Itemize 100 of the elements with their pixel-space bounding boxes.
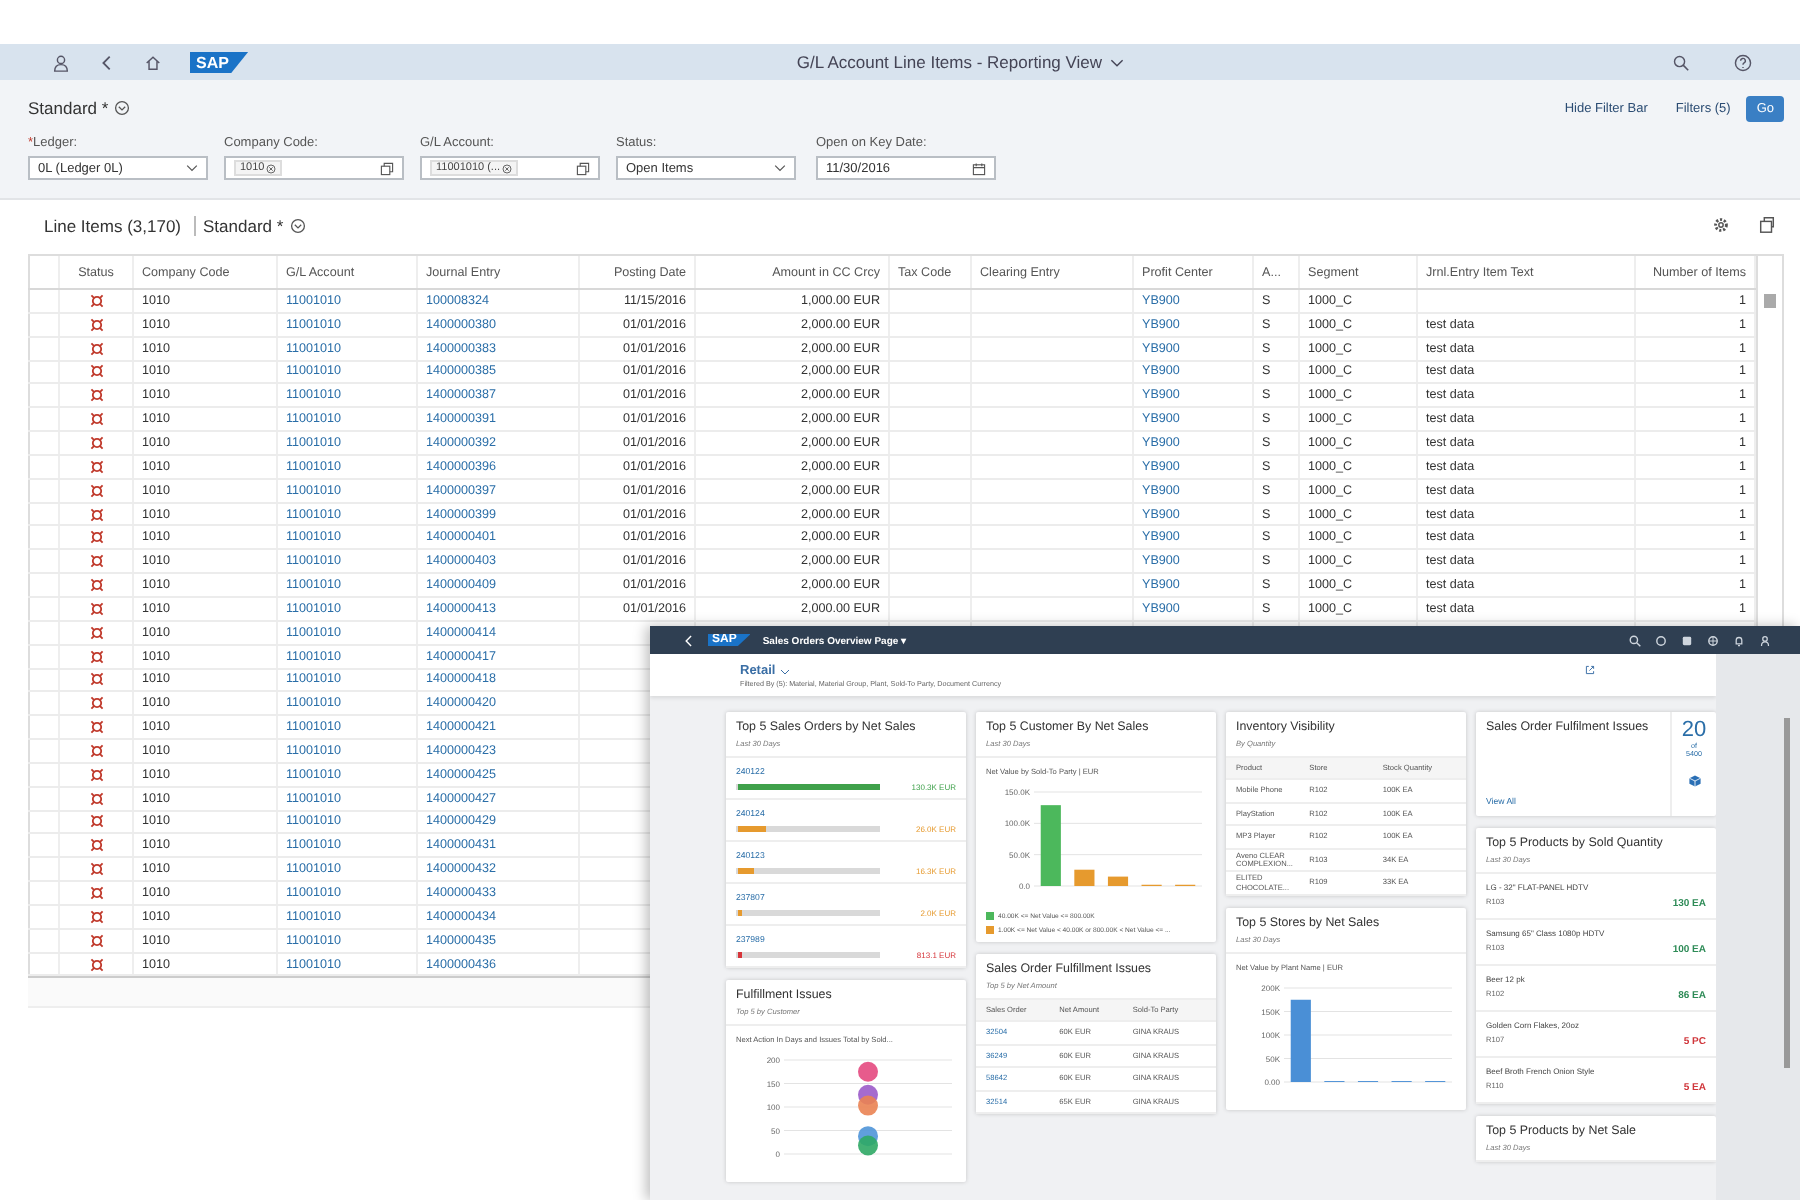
error-status-icon <box>89 933 103 948</box>
error-status-icon <box>89 743 103 758</box>
row-selector[interactable] <box>28 574 60 596</box>
row-selector[interactable] <box>28 645 60 667</box>
error-status-icon <box>89 578 103 593</box>
row-selector[interactable] <box>28 455 60 478</box>
caret-circle-icon[interactable] <box>289 217 306 233</box>
person-icon[interactable] <box>52 53 70 71</box>
error-status-icon <box>89 957 103 972</box>
row-selector[interactable] <box>28 692 60 715</box>
bubble <box>858 1061 878 1081</box>
copy-icon[interactable] <box>380 161 394 175</box>
error-status-icon <box>89 791 103 806</box>
caret-icon[interactable] <box>779 667 790 675</box>
bubble <box>858 1134 878 1155</box>
error-status-icon <box>89 459 103 474</box>
row-selector[interactable] <box>28 337 60 360</box>
error-status-icon <box>89 696 103 711</box>
sap-logo: SAP <box>190 51 249 73</box>
error-status-icon <box>89 625 103 640</box>
bar <box>1040 804 1061 886</box>
row-selector[interactable] <box>28 953 60 975</box>
globe-icon[interactable] <box>1706 633 1720 647</box>
error-status-icon <box>89 483 103 498</box>
scrollbar-thumb[interactable] <box>1764 294 1776 308</box>
row-selector[interactable] <box>28 787 60 810</box>
error-status-icon <box>89 507 103 522</box>
error-status-icon <box>89 862 103 877</box>
row-selector[interactable] <box>28 929 60 952</box>
row-selector[interactable] <box>28 621 60 644</box>
error-status-icon <box>89 412 103 427</box>
row-selector[interactable] <box>28 905 60 928</box>
error-status-icon <box>89 435 103 450</box>
back-icon[interactable] <box>98 53 116 71</box>
row-selector[interactable] <box>28 408 60 431</box>
row-selector[interactable] <box>28 834 60 857</box>
bar <box>1290 999 1311 1082</box>
caret-icon[interactable] <box>1110 57 1125 67</box>
avatar-icon[interactable] <box>1680 633 1694 647</box>
variant-selector[interactable]: Standard * <box>28 98 131 118</box>
row-selector[interactable] <box>28 432 60 454</box>
row-selector[interactable] <box>28 550 60 573</box>
error-status-icon <box>89 293 103 308</box>
search-icon[interactable] <box>1672 53 1690 71</box>
home-icon[interactable] <box>144 53 162 71</box>
settings-icon[interactable] <box>1712 216 1730 234</box>
scrollbar-thumb[interactable] <box>1784 718 1790 1068</box>
error-status-icon <box>89 530 103 545</box>
error-status-icon <box>89 341 103 356</box>
bar <box>1107 876 1129 886</box>
bar <box>1074 869 1095 886</box>
row-selector[interactable] <box>28 361 60 383</box>
circle-icon[interactable] <box>1654 633 1668 647</box>
error-status-icon <box>89 814 103 829</box>
row-selector[interactable] <box>28 503 60 525</box>
external-link-icon[interactable] <box>1584 664 1596 676</box>
clear-icon[interactable] <box>502 163 513 173</box>
kpi-value: 20 <box>1681 720 1707 742</box>
copy-icon[interactable] <box>576 161 590 175</box>
error-status-icon <box>89 720 103 735</box>
row-selector[interactable] <box>28 882 60 904</box>
error-status-icon <box>89 767 103 782</box>
clear-icon[interactable] <box>266 163 277 173</box>
row-selector[interactable] <box>28 740 60 762</box>
row-selector[interactable] <box>28 597 60 620</box>
export-icon[interactable] <box>1758 216 1776 234</box>
caret-icon[interactable] <box>774 164 786 172</box>
row-selector[interactable] <box>28 479 60 502</box>
bell-icon[interactable] <box>1732 633 1746 647</box>
error-status-icon <box>89 886 103 901</box>
row-selector[interactable] <box>28 763 60 786</box>
error-status-icon <box>89 909 103 924</box>
search-icon[interactable] <box>1628 633 1642 647</box>
select-all-cell[interactable] <box>28 256 60 288</box>
table-title: Line Items (3,170) <box>44 215 182 235</box>
app-title[interactable]: G/L Account Line Items - Reporting View <box>276 52 1644 72</box>
boxes-icon <box>1687 774 1701 788</box>
help-icon[interactable] <box>1734 53 1752 71</box>
error-status-icon <box>89 672 103 687</box>
error-status-icon <box>89 388 103 403</box>
row-selector[interactable] <box>28 313 60 336</box>
calendar-icon[interactable] <box>972 161 986 175</box>
row-selector[interactable] <box>28 858 60 881</box>
error-status-icon <box>89 601 103 616</box>
error-status-icon <box>89 554 103 569</box>
caret-circle-icon[interactable] <box>114 100 131 116</box>
row-selector[interactable] <box>28 811 60 833</box>
back-icon[interactable] <box>682 633 696 647</box>
bubble <box>858 1094 878 1115</box>
error-status-icon <box>89 649 103 664</box>
caret-icon[interactable] <box>186 164 198 172</box>
row-selector[interactable] <box>28 669 60 691</box>
row-selector[interactable] <box>28 526 60 549</box>
row-selector[interactable] <box>28 716 60 739</box>
variant-selector[interactable]: Standard * <box>203 215 306 235</box>
row-selector[interactable] <box>28 290 60 312</box>
person-icon[interactable] <box>1758 633 1772 647</box>
error-status-icon <box>89 364 103 379</box>
error-status-icon <box>89 838 103 853</box>
row-selector[interactable] <box>28 384 60 407</box>
